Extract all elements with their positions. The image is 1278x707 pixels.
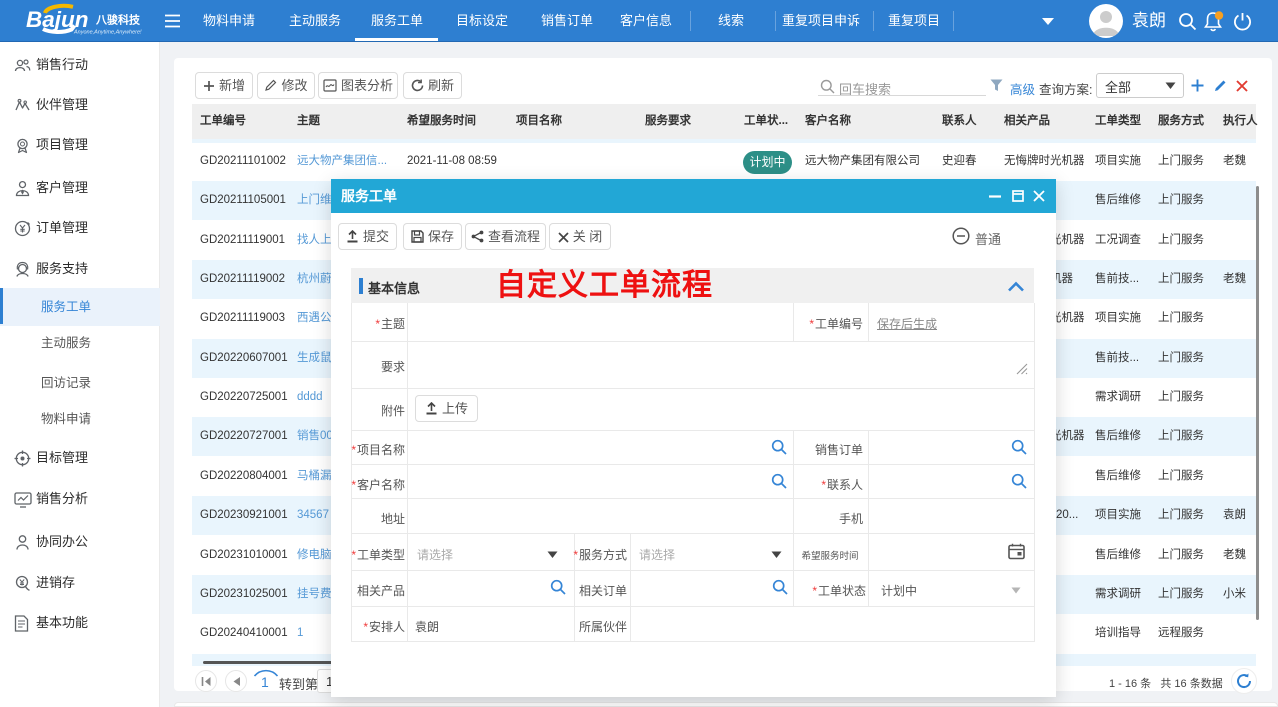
svg-text:Anyone,Anytime,Anywhere!: Anyone,Anytime,Anywhere! bbox=[73, 30, 142, 36]
svg-text:Bajun: Bajun bbox=[26, 7, 89, 32]
svg-text:八骏科技: 八骏科技 bbox=[95, 13, 141, 27]
